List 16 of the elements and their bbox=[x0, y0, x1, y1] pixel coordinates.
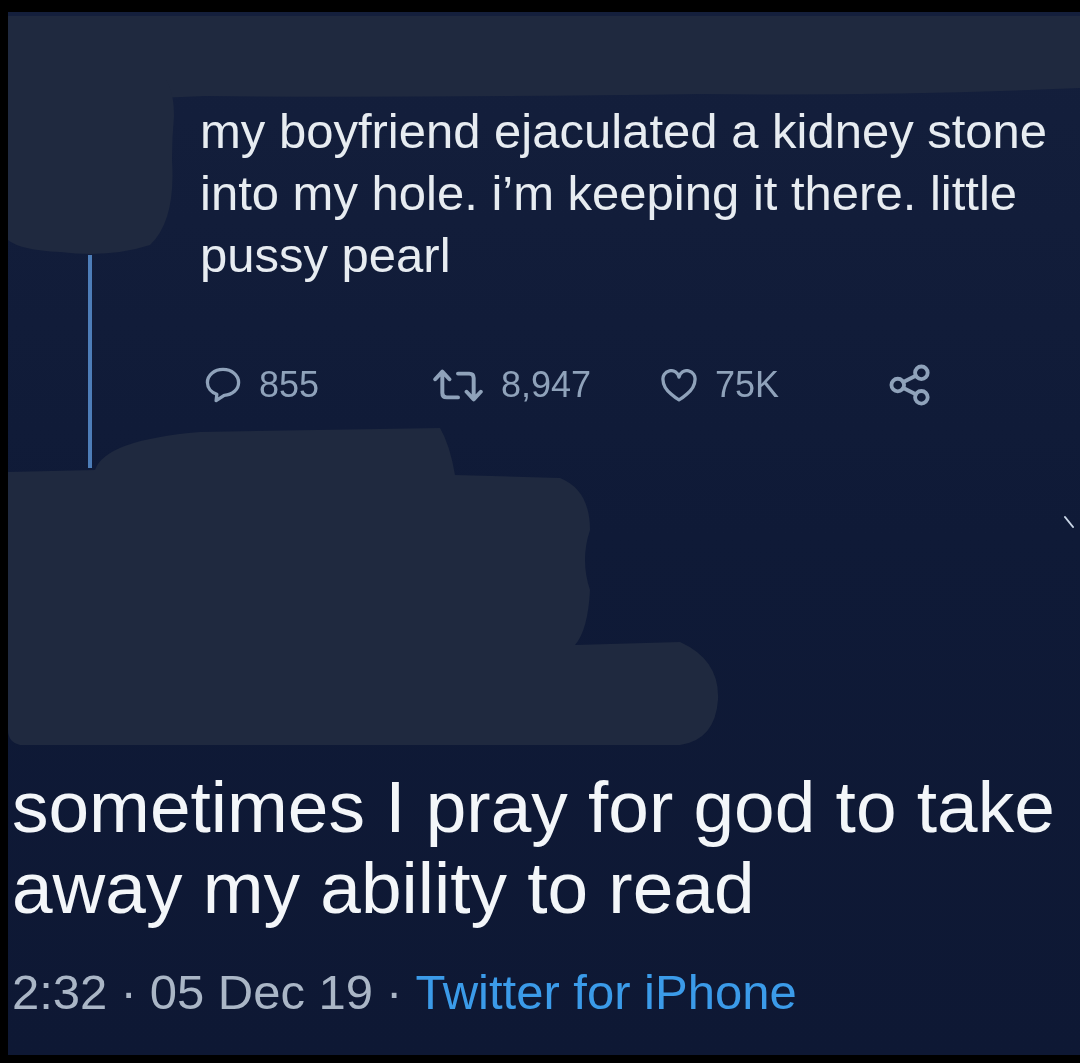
tweet-text: sometimes I pray for god to take away my ability to read bbox=[12, 766, 1056, 928]
like-button[interactable]: 75K bbox=[661, 364, 889, 406]
tweet-time: 2:32 bbox=[12, 964, 108, 1021]
reply-button[interactable]: 855 bbox=[205, 364, 433, 406]
tweet-text: my boyfriend ejaculated a kidney stone into my hole. i’m keeping it there. little pussy pearl bbox=[200, 103, 1049, 284]
speech-bubble-icon bbox=[205, 367, 241, 403]
separator-dot: · bbox=[120, 964, 137, 1021]
share-icon bbox=[889, 364, 931, 406]
heart-icon bbox=[661, 368, 697, 402]
share-button[interactable] bbox=[889, 364, 931, 406]
retweet-button[interactable]: 8,947 bbox=[433, 364, 661, 406]
tweet-date: 05 Dec 19 bbox=[149, 964, 374, 1021]
slash-icon bbox=[1064, 515, 1074, 529]
source-link[interactable]: Twitter for iPhone bbox=[415, 962, 797, 1022]
retweet-icon bbox=[433, 368, 483, 402]
separator-dot: · bbox=[386, 964, 403, 1021]
